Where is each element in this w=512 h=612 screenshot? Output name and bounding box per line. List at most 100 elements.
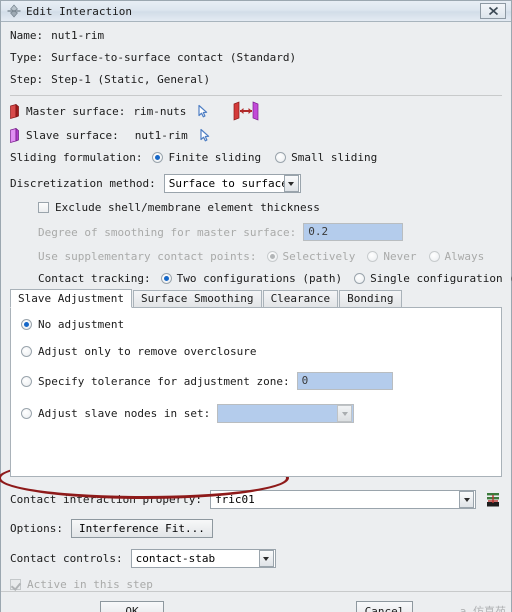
type-value: Surface-to-surface contact (Standard) bbox=[51, 51, 297, 64]
radio-no-adjustment-label: No adjustment bbox=[38, 318, 125, 331]
radio-adjust-slave-nodes[interactable] bbox=[21, 408, 32, 419]
tab-surface-smoothing-label: Surface Smoothing bbox=[140, 292, 254, 305]
tab-clearance[interactable]: Clearance bbox=[262, 290, 339, 307]
discretization-value: Surface to surface bbox=[168, 177, 284, 190]
radio-never bbox=[367, 251, 379, 262]
chevron-down-icon-property[interactable] bbox=[459, 491, 474, 508]
no-adjustment-row: No adjustment bbox=[21, 318, 491, 331]
ok-button[interactable]: OK bbox=[100, 601, 164, 612]
radio-small-sliding-label: Small sliding bbox=[291, 151, 378, 164]
node-set-combo bbox=[217, 404, 355, 423]
slave-adjustment-panel: No adjustment Adjust only to remove over… bbox=[10, 307, 502, 477]
abaqus-diamond-icon bbox=[7, 4, 21, 18]
tab-slave-adjustment[interactable]: Slave Adjustment bbox=[10, 289, 132, 308]
tolerance-value: 0 bbox=[301, 374, 309, 387]
adjust-slave-nodes-row: Adjust slave nodes in set: bbox=[21, 404, 491, 423]
dialog-body: Name: nut1-rim Type: Surface-to-surface … bbox=[0, 22, 512, 591]
dialog-footer: OK Cancel a 仿真苑 bbox=[1, 591, 511, 612]
radio-adjust-slave-nodes-label: Adjust slave nodes in set: bbox=[38, 407, 211, 420]
ok-button-label: OK bbox=[125, 605, 139, 612]
sliding-formulation-row: Sliding formulation: Finite sliding Smal… bbox=[10, 151, 502, 164]
interference-fit-button[interactable]: Interference Fit... bbox=[70, 519, 213, 538]
contact-controls-row: Contact controls: contact-stab bbox=[10, 549, 502, 568]
interaction-property-value: fric01 bbox=[215, 493, 255, 506]
cursor-pick-icon[interactable] bbox=[196, 104, 210, 118]
master-surface-color-icon bbox=[10, 103, 19, 119]
contact-controls-label: Contact controls: bbox=[10, 552, 123, 565]
radio-single-configuration[interactable] bbox=[354, 273, 366, 284]
slave-surface-color-icon bbox=[10, 127, 19, 143]
dialog-titlebar[interactable]: Edit Interaction bbox=[1, 1, 511, 22]
chevron-down-icon-controls[interactable] bbox=[258, 550, 274, 567]
master-surface-row: Master surface: rim-nuts bbox=[10, 100, 502, 122]
radio-two-configurations-label: Two configurations (path) bbox=[176, 272, 343, 285]
exclude-thickness-checkbox[interactable] bbox=[38, 202, 49, 213]
type-label: Type: bbox=[10, 51, 44, 64]
close-icon bbox=[488, 6, 498, 16]
contact-tracking-label: Contact tracking: bbox=[38, 272, 151, 285]
name-value: nut1-rim bbox=[51, 29, 105, 42]
remove-overclosure-row: Adjust only to remove overclosure bbox=[21, 345, 491, 358]
exclude-thickness-row: Exclude shell/membrane element thickness bbox=[10, 201, 502, 214]
cancel-button-label: Cancel bbox=[364, 605, 405, 612]
interaction-property-label: Contact interaction property: bbox=[10, 493, 203, 506]
tab-bonding[interactable]: Bonding bbox=[339, 290, 402, 307]
dialog-title: Edit Interaction bbox=[26, 4, 132, 18]
type-row: Type: Surface-to-surface contact (Standa… bbox=[10, 51, 502, 64]
tab-bonding-label: Bonding bbox=[347, 292, 394, 305]
smoothing-row: Degree of smoothing for master surface: … bbox=[10, 223, 502, 241]
supplementary-points-label: Use supplementary contact points: bbox=[38, 250, 257, 263]
radio-selectively bbox=[266, 251, 278, 262]
interference-fit-label: Interference Fit... bbox=[78, 522, 205, 535]
exclude-thickness-label: Exclude shell/membrane element thickness bbox=[55, 201, 320, 214]
edit-interaction-dialog: Edit Interaction Name: nut1-rim Type: Su… bbox=[0, 0, 512, 612]
smoothing-value: 0.2 bbox=[308, 225, 329, 238]
radio-finite-sliding-label: Finite sliding bbox=[168, 151, 262, 164]
discretization-row: Discretization method: Surface to surfac… bbox=[10, 174, 502, 193]
radio-no-adjustment[interactable] bbox=[21, 319, 32, 330]
contact-controls-combo[interactable]: contact-stab bbox=[130, 549, 276, 568]
watermark-text: a 仿真苑 bbox=[459, 605, 506, 612]
radio-selectively-label: Selectively bbox=[282, 250, 356, 263]
supplementary-points-row: Use supplementary contact points: Select… bbox=[10, 250, 502, 263]
name-label: Name: bbox=[10, 29, 44, 42]
radio-remove-overclosure[interactable] bbox=[21, 346, 32, 357]
contact-controls-value: contact-stab bbox=[135, 552, 216, 565]
slave-surface-label: Slave surface: bbox=[26, 128, 119, 142]
radio-specify-tolerance-label: Specify tolerance for adjustment zone: bbox=[38, 374, 290, 388]
radio-always-label: Always bbox=[444, 250, 485, 263]
radio-small-sliding[interactable] bbox=[275, 152, 287, 163]
watermark: a 仿真苑 bbox=[414, 601, 506, 612]
radio-specify-tolerance[interactable] bbox=[21, 375, 32, 387]
tabstrip: Slave Adjustment Surface Smoothing Clear… bbox=[10, 288, 502, 308]
smoothing-input: 0.2 bbox=[303, 223, 404, 241]
radio-finite-sliding[interactable] bbox=[152, 152, 164, 163]
specify-tolerance-row: Specify tolerance for adjustment zone: 0 bbox=[21, 372, 491, 390]
create-property-icon[interactable] bbox=[484, 491, 502, 509]
tolerance-input: 0 bbox=[296, 372, 393, 390]
screenshot-root: Edit Interaction Name: nut1-rim Type: Su… bbox=[0, 0, 512, 612]
cursor-pick-icon-slave[interactable] bbox=[198, 128, 212, 142]
swap-surfaces-icon[interactable] bbox=[232, 100, 260, 122]
tab-clearance-label: Clearance bbox=[270, 292, 331, 305]
master-surface-value: rim-nuts bbox=[133, 104, 187, 118]
slave-surface-value: nut1-rim bbox=[134, 128, 188, 142]
smoothing-label: Degree of smoothing for master surface: bbox=[38, 225, 297, 239]
step-label: Step: bbox=[10, 73, 44, 86]
interaction-property-row: Contact interaction property: fric01 bbox=[10, 490, 502, 509]
chevron-down-icon[interactable] bbox=[283, 175, 299, 192]
radio-never-label: Never bbox=[383, 250, 417, 263]
master-surface-label: Master surface: bbox=[26, 104, 126, 118]
radio-two-configurations[interactable] bbox=[160, 273, 172, 284]
discretization-label: Discretization method: bbox=[10, 177, 156, 190]
interaction-property-combo[interactable]: fric01 bbox=[210, 490, 476, 509]
tab-slave-adjustment-label: Slave Adjustment bbox=[18, 292, 124, 305]
discretization-combo[interactable]: Surface to surface bbox=[163, 174, 301, 193]
radio-always bbox=[428, 251, 440, 262]
step-value: Step-1 (Static, General) bbox=[51, 73, 211, 86]
close-button[interactable] bbox=[480, 3, 506, 19]
radio-remove-overclosure-label: Adjust only to remove overclosure bbox=[38, 345, 257, 358]
divider bbox=[10, 95, 502, 96]
tab-surface-smoothing[interactable]: Surface Smoothing bbox=[132, 290, 262, 307]
cancel-button[interactable]: Cancel bbox=[356, 601, 413, 612]
